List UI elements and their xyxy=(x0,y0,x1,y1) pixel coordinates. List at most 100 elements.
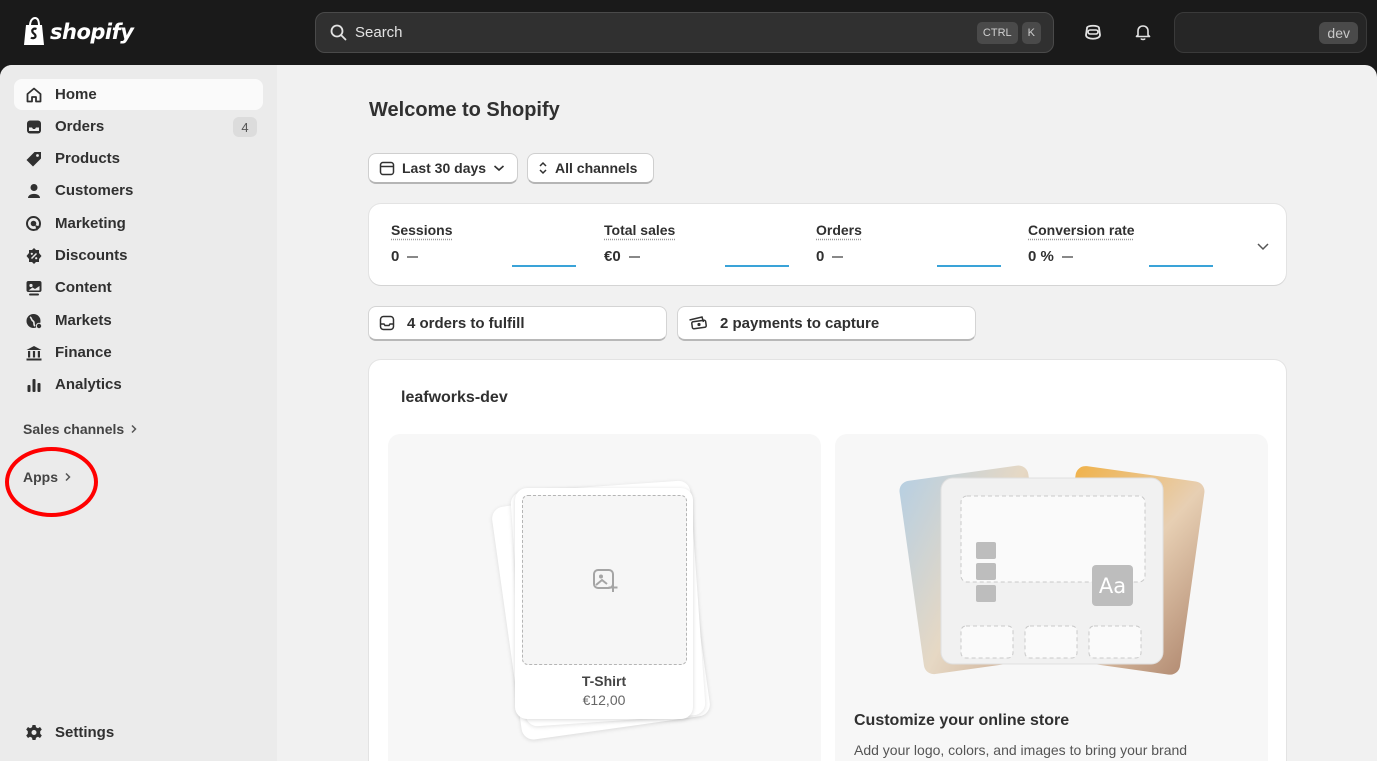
chevron-down-icon xyxy=(1257,243,1269,251)
orders-count-badge: 4 xyxy=(233,117,257,137)
shopping-bag-icon xyxy=(24,17,44,45)
metric-value: €0 xyxy=(604,248,621,265)
main-content: Welcome to Shopify Last 30 days All chan… xyxy=(277,65,1377,761)
sidebar-item-content[interactable]: Content xyxy=(14,272,263,303)
bell-icon xyxy=(1135,25,1151,41)
metric-dash xyxy=(832,255,844,258)
apps-highlight-circle xyxy=(5,447,98,517)
metrics-card: Sessions 0 Total sales €0 Orders 0 Conve… xyxy=(369,204,1286,285)
store-setup-card: leafworks-dev T-Shirt €12,00 Aa Customiz… xyxy=(369,360,1286,761)
sales-channels-label: Sales channels xyxy=(23,421,125,437)
task-label: 2 payments to capture xyxy=(720,314,880,332)
sidebar-item-customers[interactable]: Customers xyxy=(14,175,263,206)
product-name: T-Shirt xyxy=(581,673,627,689)
metric-label: Orders xyxy=(816,222,862,238)
sales-channels-link[interactable]: Sales channels xyxy=(23,421,138,437)
sidebar-item-label: Marketing xyxy=(55,215,126,232)
notifications-button[interactable] xyxy=(1132,21,1154,43)
product-card: T-Shirt €12,00 xyxy=(515,488,693,719)
product-price: €12,00 xyxy=(582,692,626,708)
metric-dash xyxy=(628,255,640,258)
chevron-down-icon xyxy=(494,165,505,172)
orders-to-fulfill-button[interactable]: 4 orders to fulfill xyxy=(368,306,667,341)
sidebar-item-orders[interactable]: Orders 4 xyxy=(14,111,263,142)
metric-value: 0 xyxy=(816,248,825,265)
sidebar-item-analytics[interactable]: Analytics xyxy=(14,369,263,400)
customize-store-panel[interactable]: Aa Customize your online store Add your … xyxy=(835,434,1268,761)
sidebar-item-label: Products xyxy=(55,150,121,167)
app-shell: Home Orders 4 Products Customers Marketi… xyxy=(0,65,1377,761)
product-image-placeholder xyxy=(522,495,687,665)
sidekick-button[interactable] xyxy=(1082,21,1104,43)
content-icon xyxy=(25,279,43,297)
sidebar-item-finance[interactable]: Finance xyxy=(14,337,263,368)
settings-label: Settings xyxy=(55,724,115,741)
metric-sparkline xyxy=(725,265,789,267)
cash-icon xyxy=(689,316,707,330)
expand-metrics-button[interactable] xyxy=(1256,238,1270,254)
sidekick-icon xyxy=(1085,24,1101,40)
store-badge: dev xyxy=(1319,22,1358,44)
metric-sparkline xyxy=(1149,265,1213,267)
sidebar-item-label: Analytics xyxy=(55,376,122,393)
bar-chart-icon xyxy=(25,376,43,394)
select-chevrons-icon xyxy=(539,161,547,175)
chevron-right-icon xyxy=(131,424,137,434)
metric-conversion-rate[interactable]: Conversion rate 0 % xyxy=(1028,222,1228,267)
date-range-label: Last 30 days xyxy=(402,160,487,176)
sidebar-item-home[interactable]: Home xyxy=(14,79,263,110)
task-label: 4 orders to fulfill xyxy=(407,314,525,332)
shortcut-key-k: K xyxy=(1021,22,1041,44)
sidebar-item-label: Finance xyxy=(55,344,112,361)
bank-icon xyxy=(25,344,43,362)
store-name: leafworks-dev xyxy=(401,389,508,406)
discount-icon xyxy=(25,247,43,265)
metric-total-sales[interactable]: Total sales €0 xyxy=(604,222,804,267)
shortcut-key-ctrl: CTRL xyxy=(976,22,1018,44)
top-bar: shopify Search CTRL K dev xyxy=(0,0,1377,65)
date-range-button[interactable]: Last 30 days xyxy=(368,153,518,184)
sidebar-item-marketing[interactable]: Marketing xyxy=(14,208,263,239)
sidebar-item-label: Orders xyxy=(55,118,105,135)
page-title: Welcome to Shopify xyxy=(369,99,560,121)
channel-filter-label: All channels xyxy=(555,160,638,176)
sidebar-item-products[interactable]: Products xyxy=(14,143,263,174)
font-sample-text: Aa xyxy=(1098,574,1127,598)
search-icon xyxy=(330,24,347,41)
gear-icon xyxy=(25,724,43,742)
add-product-panel[interactable]: T-Shirt €12,00 xyxy=(388,434,821,761)
inbox-icon xyxy=(379,315,395,331)
metric-dash xyxy=(1061,255,1073,258)
metric-label: Conversion rate xyxy=(1028,222,1135,238)
search-bar[interactable]: Search CTRL K xyxy=(315,12,1054,53)
sidebar-item-settings[interactable]: Settings xyxy=(14,717,263,748)
theme-preview-illustration xyxy=(899,465,1205,675)
metric-sparkline xyxy=(937,265,1001,267)
sidebar-item-label: Content xyxy=(55,279,112,296)
customize-store-title: Customize your online store xyxy=(854,712,1070,729)
sidebar-item-label: Customers xyxy=(55,182,134,199)
sidebar-item-label: Discounts xyxy=(55,247,128,264)
channel-filter-button[interactable]: All channels xyxy=(527,153,654,184)
search-shortcut: CTRL K xyxy=(976,22,1041,44)
logo-text: shopify xyxy=(50,19,134,44)
metric-label: Total sales xyxy=(604,222,676,238)
sidebar-item-label: Home xyxy=(55,86,97,103)
payments-to-capture-button[interactable]: 2 payments to capture xyxy=(677,306,976,341)
metric-sparkline xyxy=(512,265,576,267)
sidebar-item-discounts[interactable]: Discounts xyxy=(14,240,263,271)
metric-label: Sessions xyxy=(391,222,453,238)
person-icon xyxy=(25,182,43,200)
store-switcher[interactable]: dev xyxy=(1174,12,1367,53)
metric-sessions[interactable]: Sessions 0 xyxy=(391,222,591,267)
metric-orders[interactable]: Orders 0 xyxy=(816,222,1016,267)
shopify-logo[interactable]: shopify xyxy=(22,17,134,46)
target-icon xyxy=(25,215,43,233)
inbox-icon xyxy=(25,118,43,136)
search-placeholder: Search xyxy=(355,24,403,41)
globe-icon xyxy=(25,312,43,330)
sidebar-item-label: Markets xyxy=(55,312,112,329)
sidebar-item-markets[interactable]: Markets xyxy=(14,305,263,336)
sidebar: Home Orders 4 Products Customers Marketi… xyxy=(0,65,277,761)
home-icon xyxy=(25,86,43,104)
